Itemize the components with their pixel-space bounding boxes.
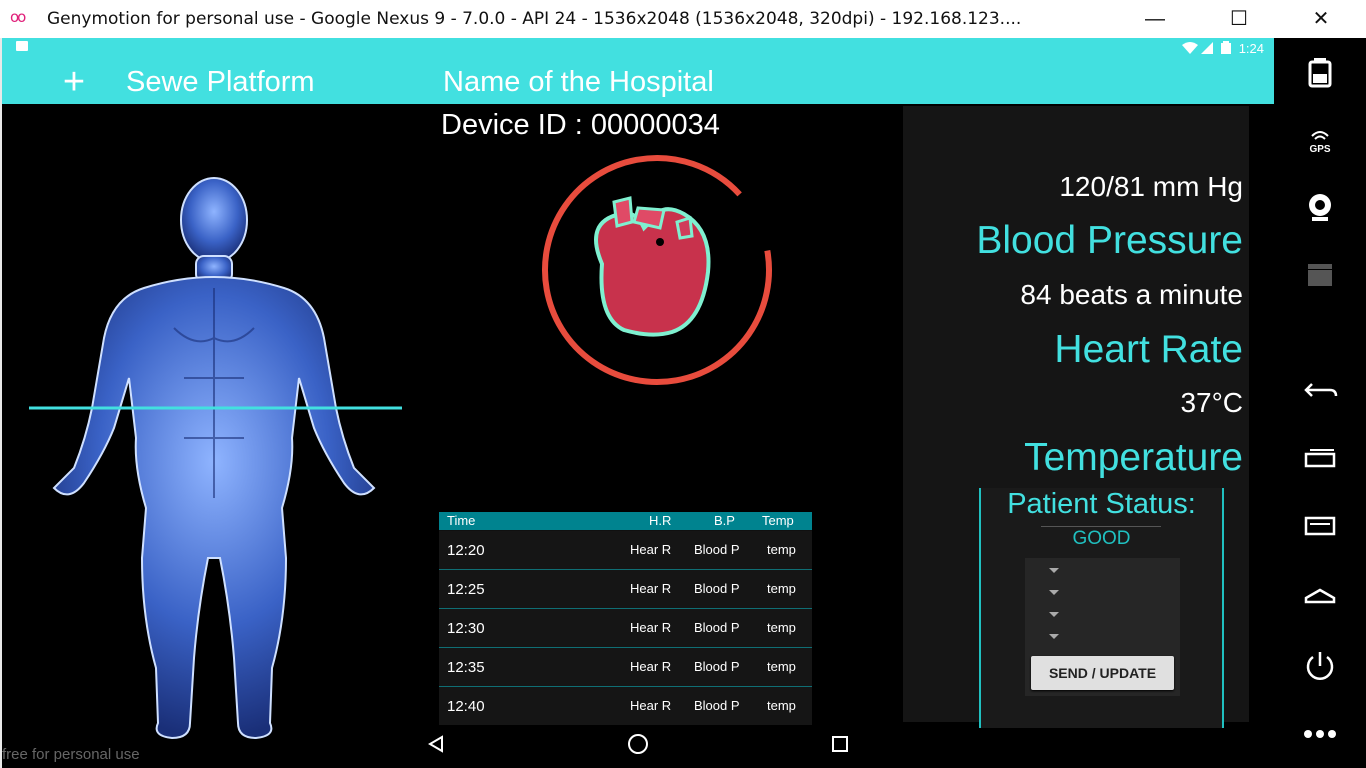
temp-label: Temperature (1024, 436, 1243, 479)
patient-status-card: Patient Status: GOOD SEND / UPDATE (979, 488, 1224, 728)
cell-bp: Blood P (694, 698, 740, 713)
notification-icon (16, 41, 28, 51)
cell-hr: Hear R (630, 698, 672, 713)
cell-time: 12:30 (447, 620, 485, 637)
temp-value: 37°C (1180, 387, 1243, 418)
home-icon[interactable] (1300, 576, 1340, 616)
camera-icon[interactable] (1300, 188, 1340, 228)
status-time: 1:24 (1238, 41, 1264, 56)
status-bar: 1:24 (2, 38, 1274, 60)
back-triangle-icon (428, 735, 443, 753)
table-row[interactable]: 12:20 Hear R Blood P temp (439, 531, 812, 570)
table-header: Time H.R B.P Temp (439, 512, 812, 530)
nav-back-button[interactable] (416, 722, 456, 766)
window-title: Genymotion for personal use - Google Nex… (47, 9, 1022, 29)
battery-icon[interactable] (1300, 52, 1340, 92)
hr-label: Heart Rate (1054, 328, 1243, 371)
heart-monitor (542, 155, 772, 385)
table-row[interactable]: 12:25 Hear R Blood P temp (439, 570, 812, 609)
vitals-panel: 120/81 mm Hg Blood Pressure 84 beats a m… (903, 106, 1249, 728)
cell-temp: temp (767, 698, 796, 713)
device-id: Device ID : 00000034 (441, 109, 720, 141)
cell-temp: temp (767, 542, 796, 557)
cell-temp: temp (767, 659, 796, 674)
cell-hr: Hear R (630, 659, 672, 674)
cell-temp: temp (767, 620, 796, 635)
signal-icon (1201, 42, 1214, 54)
hospital-name: Name of the Hospital (443, 66, 714, 98)
genymotion-logo: oo (10, 8, 26, 26)
video-icon[interactable] (1300, 256, 1340, 296)
dropdown-arrow-icon[interactable] (1049, 612, 1059, 617)
status-right: 1:24 (1181, 41, 1264, 56)
recent-apps-icon[interactable] (1300, 440, 1340, 480)
cell-hr: Hear R (630, 542, 672, 557)
gps-icon[interactable]: GPS (1300, 122, 1340, 162)
header-hr: H.R (649, 513, 672, 528)
readings-table: Time H.R B.P Temp 12:20 Hear R Blood P t… (439, 512, 812, 725)
cell-bp: Blood P (694, 659, 740, 674)
cell-time: 12:40 (447, 698, 485, 715)
cell-time: 12:25 (447, 581, 485, 598)
cell-bp: Blood P (694, 581, 740, 596)
recents-square-icon (832, 735, 848, 752)
table-row[interactable]: 12:40 Hear R Blood P temp (439, 687, 812, 725)
header-bp: B.P (714, 513, 735, 528)
power-icon[interactable] (1300, 646, 1340, 686)
patient-status-title: Patient Status: (1007, 488, 1196, 520)
header-temp: Temp (762, 513, 794, 528)
dropdown-arrow-icon[interactable] (1049, 634, 1059, 639)
bp-value: 120/81 mm Hg (1059, 171, 1243, 202)
nav-home-button[interactable] (618, 722, 658, 766)
gps-label: GPS (1309, 144, 1330, 155)
add-button[interactable]: + (56, 60, 92, 104)
android-nav-bar (2, 722, 1274, 766)
close-button[interactable]: ✕ (1298, 0, 1344, 38)
battery-icon (1221, 41, 1232, 54)
hr-value: 84 beats a minute (1020, 279, 1243, 310)
header-time: Time (447, 513, 476, 528)
bp-label: Blood Pressure (976, 219, 1243, 262)
patient-status-value: GOOD (1072, 528, 1131, 549)
app-bar: + Sewe Platform Name of the Hospital (2, 60, 1274, 104)
maximize-button[interactable]: ☐ (1216, 0, 1262, 38)
window-title-bar: oo Genymotion for personal use - Google … (0, 0, 1366, 38)
android-screen: 1:24 + Sewe Platform Name of the Hospita… (2, 38, 1274, 766)
cell-time: 12:35 (447, 659, 485, 676)
cell-hr: Hear R (630, 581, 672, 596)
heart-icon (594, 196, 711, 337)
genymotion-toolbar: GPS (1274, 38, 1366, 768)
home-circle-icon (628, 733, 648, 754)
table-row[interactable]: 12:30 Hear R Blood P temp (439, 609, 812, 648)
divider (1041, 526, 1161, 527)
wifi-icon (1181, 42, 1198, 54)
cell-time: 12:20 (447, 542, 485, 559)
cell-hr: Hear R (630, 620, 672, 635)
app-title: Sewe Platform (126, 66, 315, 98)
human-body-image (29, 177, 402, 740)
minimize-button[interactable]: — (1132, 0, 1178, 38)
dropdown-arrow-icon[interactable] (1049, 568, 1059, 573)
back-icon[interactable] (1300, 370, 1340, 410)
menu-icon[interactable] (1300, 506, 1340, 546)
cell-bp: Blood P (694, 542, 740, 557)
watermark: free for personal use (2, 746, 140, 763)
more-icon[interactable] (1300, 714, 1340, 754)
cell-bp: Blood P (694, 620, 740, 635)
nav-recents-button[interactable] (820, 722, 860, 766)
table-row[interactable]: 12:35 Hear R Blood P temp (439, 648, 812, 687)
send-update-button[interactable]: SEND / UPDATE (1031, 656, 1174, 690)
dropdown-arrow-icon[interactable] (1049, 590, 1059, 595)
cell-temp: temp (767, 581, 796, 596)
